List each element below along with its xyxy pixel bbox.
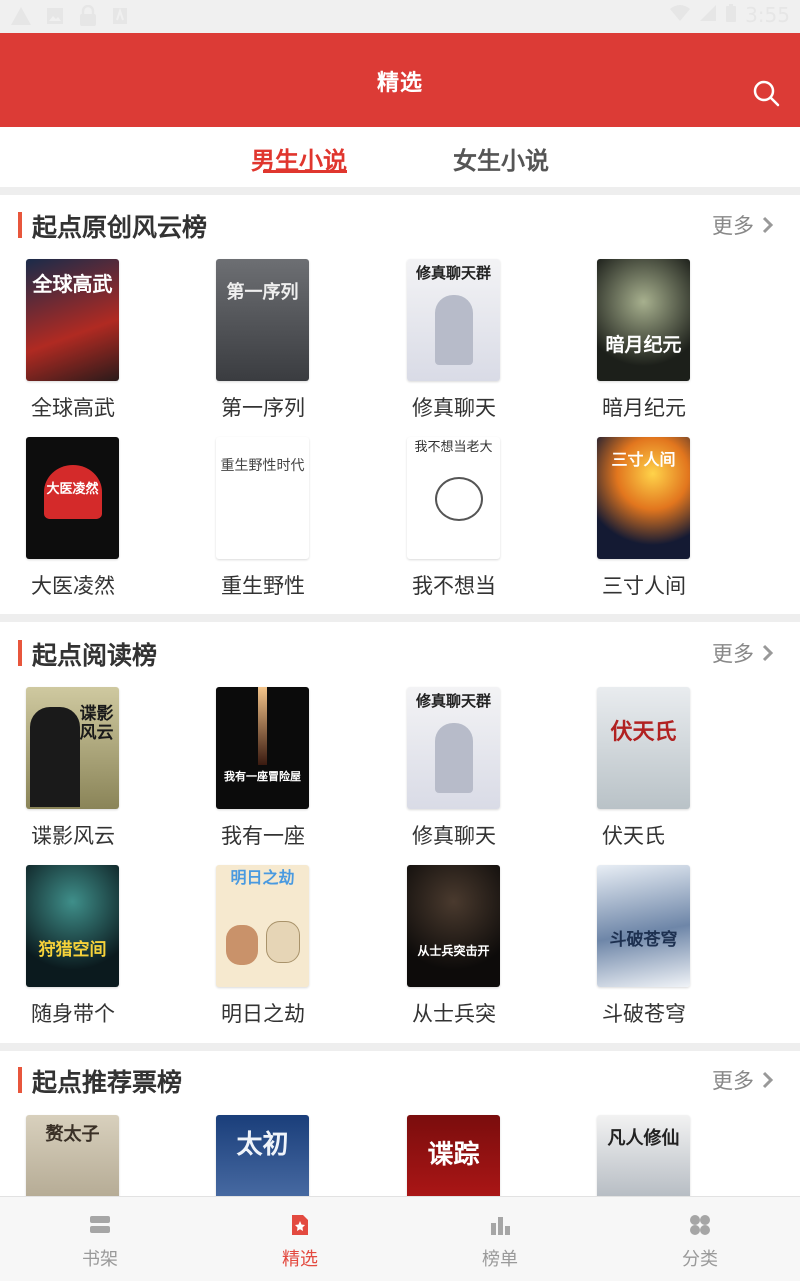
section-accent-bar <box>18 640 22 666</box>
image-icon <box>46 7 64 29</box>
rankings-icon <box>491 1217 510 1235</box>
lock-icon <box>78 4 98 31</box>
book-title: 修真聊天 <box>412 396 496 420</box>
section-header-tuijian: 起点推荐票榜 更多 <box>0 1051 800 1111</box>
book-item[interactable]: 明日之劫 明日之劫 <box>216 865 336 1035</box>
book-item[interactable]: 我不想当老大 我不想当 <box>407 437 527 607</box>
divider <box>0 187 800 195</box>
book-title: 从士兵突 <box>412 1002 496 1026</box>
bottom-navigation: 书架 精选 榜单 分类 <box>0 1196 800 1281</box>
section-accent-bar <box>18 212 22 238</box>
nav-label: 书架 <box>82 1249 118 1270</box>
signal-icon <box>699 4 717 26</box>
chevron-right-icon <box>762 1071 774 1089</box>
book-title: 暗月纪元 <box>602 396 686 420</box>
bookshelf-icon <box>90 1216 110 1233</box>
more-label: 更多 <box>712 1069 754 1093</box>
more-button[interactable]: 更多 <box>712 638 774 668</box>
book-cover: 明日之劫 <box>216 865 309 987</box>
book-title: 三寸人间 <box>602 574 686 598</box>
search-icon <box>753 80 780 107</box>
more-button[interactable]: 更多 <box>712 1065 774 1095</box>
status-bar: 3:55 <box>0 0 800 33</box>
book-cover: 伏天氏 <box>597 687 690 809</box>
status-time: 3:55 <box>745 3 790 27</box>
section-header-yuedu: 起点阅读榜 更多 <box>0 624 800 684</box>
section-title: 起点阅读榜 <box>32 641 158 670</box>
book-cover: 暗月纪元 <box>597 259 690 381</box>
book-cover: 我不想当老大 <box>407 437 500 559</box>
nav-bookshelf[interactable]: 书架 <box>0 1197 200 1281</box>
warning-icon <box>10 6 32 30</box>
book-title: 我有一座 <box>221 824 305 848</box>
book-cover: 三寸人间 <box>597 437 690 559</box>
book-item[interactable]: 修真聊天群 修真聊天 <box>407 687 527 857</box>
book-cover: 狩猎空间 <box>26 865 119 987</box>
book-item[interactable]: 重生野性时代 重生野性 <box>216 437 336 607</box>
more-label: 更多 <box>712 214 754 238</box>
book-title: 明日之劫 <box>221 1002 305 1026</box>
book-item[interactable]: 暗月纪元 暗月纪元 <box>597 259 717 429</box>
book-item[interactable]: 谍影风云 谍影风云 <box>26 687 146 857</box>
nav-label: 榜单 <box>482 1249 518 1270</box>
book-title: 伏天氏 <box>602 824 665 848</box>
book-title: 第一序列 <box>221 396 305 420</box>
book-item[interactable]: 我有一座冒险屋 我有一座 <box>216 687 336 857</box>
more-button[interactable]: 更多 <box>712 210 774 240</box>
chevron-right-icon <box>762 216 774 234</box>
nav-rankings[interactable]: 榜单 <box>400 1197 600 1281</box>
book-cover: 谍影风云 <box>26 687 119 809</box>
more-label: 更多 <box>712 642 754 666</box>
active-tab-indicator <box>263 170 347 173</box>
notification-icon <box>112 7 128 29</box>
book-title: 修真聊天 <box>412 824 496 848</box>
gender-tabs: 男生小说 女生小说 <box>0 127 800 187</box>
section-title: 起点推荐票榜 <box>32 1068 183 1097</box>
book-title: 斗破苍穹 <box>602 1002 686 1026</box>
book-cover: 大医凌然 <box>26 437 119 559</box>
book-cover: 我有一座冒险屋 <box>216 687 309 809</box>
book-cover: 全球高武 <box>26 259 119 381</box>
page-title: 精选 <box>376 71 423 96</box>
section-accent-bar <box>18 1067 22 1093</box>
book-cover: 第一序列 <box>216 259 309 381</box>
nav-label: 分类 <box>682 1249 718 1270</box>
book-item[interactable]: 从士兵突击开 从士兵突 <box>407 865 527 1035</box>
book-item[interactable]: 全球高武 全球高武 <box>26 259 146 429</box>
book-cover: 重生野性时代 <box>216 437 309 559</box>
book-item[interactable]: 斗破苍穹 斗破苍穹 <box>597 865 717 1035</box>
section-header-yuanchuang: 起点原创风云榜 更多 <box>0 196 800 256</box>
book-title: 谍影风云 <box>31 824 115 848</box>
divider <box>0 614 800 622</box>
search-button[interactable] <box>752 79 780 107</box>
book-cover: 修真聊天群 <box>407 687 500 809</box>
book-title: 重生野性 <box>221 574 305 598</box>
book-item[interactable]: 第一序列 第一序列 <box>216 259 336 429</box>
book-title: 大医凌然 <box>31 574 115 598</box>
featured-icon <box>292 1215 308 1235</box>
book-title: 我不想当 <box>412 574 496 598</box>
book-cover: 斗破苍穹 <box>597 865 690 987</box>
book-cover: 从士兵突击开 <box>407 865 500 987</box>
book-item[interactable]: 狩猎空间 随身带个 <box>26 865 146 1035</box>
nav-label: 精选 <box>282 1249 318 1270</box>
book-item[interactable]: 修真聊天群 修真聊天 <box>407 259 527 429</box>
nav-featured[interactable]: 精选 <box>200 1197 400 1281</box>
nav-category[interactable]: 分类 <box>600 1197 800 1281</box>
section-title: 起点原创风云榜 <box>32 213 208 242</box>
battery-icon <box>725 3 737 27</box>
app-header: 精选 <box>0 33 800 127</box>
category-icon <box>690 1215 710 1235</box>
tab-female-novels[interactable]: 女生小说 <box>453 141 549 176</box>
book-item[interactable]: 三寸人间 三寸人间 <box>597 437 717 607</box>
book-item[interactable]: 大医凌然 大医凌然 <box>26 437 146 607</box>
book-title: 全球高武 <box>31 396 115 420</box>
wifi-icon <box>669 4 691 26</box>
divider <box>0 1043 800 1051</box>
book-cover: 修真聊天群 <box>407 259 500 381</box>
book-title: 随身带个 <box>31 1002 115 1026</box>
chevron-right-icon <box>762 644 774 662</box>
book-item[interactable]: 伏天氏 伏天氏 <box>597 687 717 857</box>
